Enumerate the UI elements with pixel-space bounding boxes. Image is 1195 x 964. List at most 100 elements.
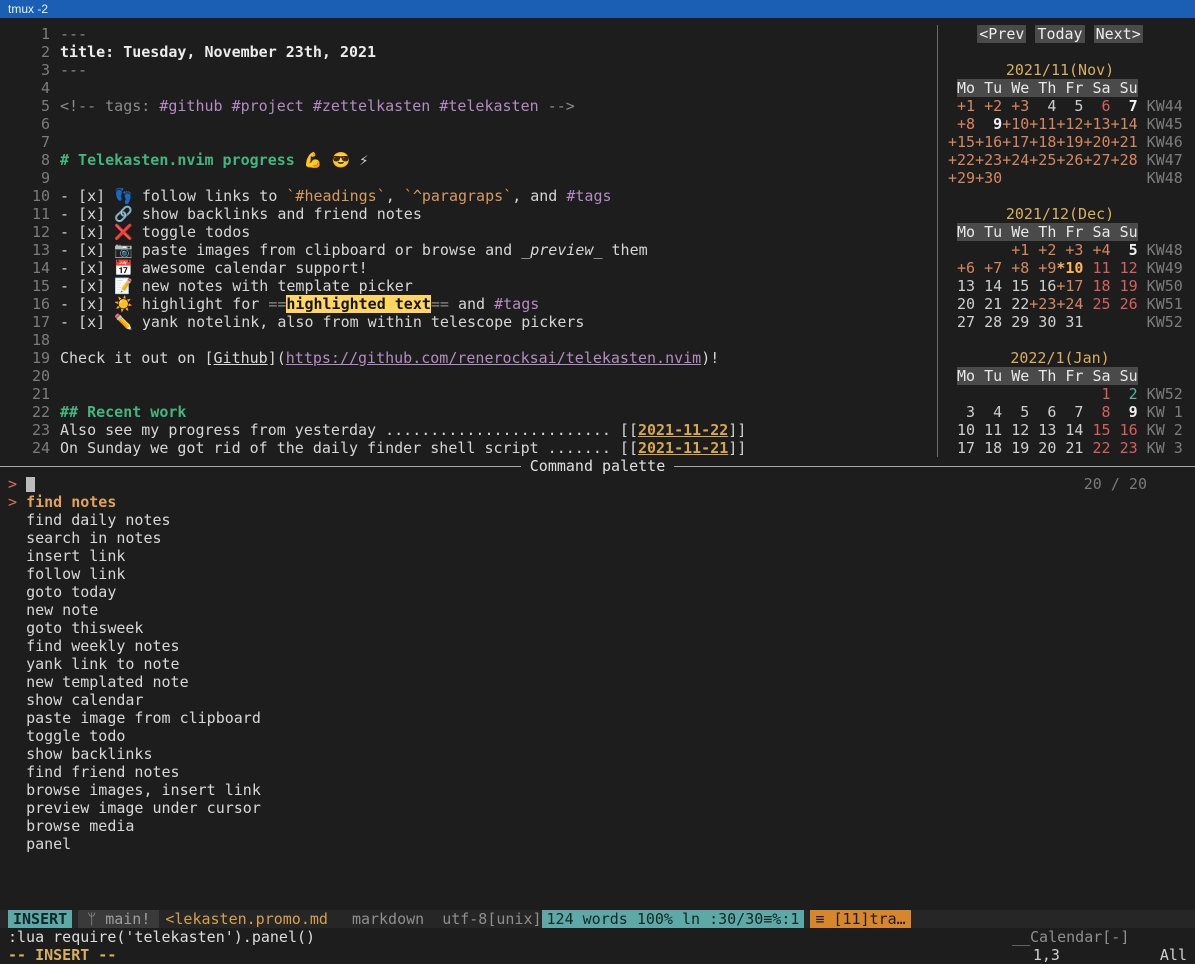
calendar-day[interactable]: +27 (1083, 151, 1110, 169)
palette-item[interactable]: browse images, insert link (0, 781, 1195, 799)
calendar-day[interactable]: 29 (1002, 313, 1029, 331)
calendar-day[interactable]: 23 (1111, 439, 1138, 457)
calendar-day[interactable]: 17 (948, 439, 975, 457)
editor-line[interactable]: 17- [x] ✏️ yank notelink, also from with… (8, 313, 937, 331)
calendar-day[interactable]: 6 (1083, 97, 1110, 115)
calendar-day[interactable]: 13 (948, 277, 975, 295)
calendar-day[interactable]: 20 (948, 295, 975, 313)
calendar-day[interactable]: 1 (1083, 385, 1110, 403)
calendar-day[interactable]: 12 (1002, 421, 1029, 439)
palette-item[interactable]: find weekly notes (0, 637, 1195, 655)
calendar-day[interactable]: 4 (1029, 97, 1056, 115)
editor-line[interactable]: 8# Telekasten.nvim progress 💪 😎 ⚡ (8, 151, 937, 169)
calendar-day[interactable]: +26 (1056, 151, 1083, 169)
calendar-day[interactable]: +19 (1056, 133, 1083, 151)
calendar-day[interactable]: +20 (1083, 133, 1110, 151)
calendar-today-button[interactable]: Today (1035, 25, 1084, 43)
calendar-day[interactable]: +3 (1056, 241, 1083, 259)
calendar-day[interactable]: 30 (1029, 313, 1056, 331)
editor-line[interactable]: 22## Recent work (8, 403, 937, 421)
calendar-day[interactable]: +18 (1029, 133, 1056, 151)
calendar-day[interactable]: 7 (1111, 97, 1138, 115)
calendar-day[interactable]: 11 (1083, 259, 1110, 277)
editor-line[interactable]: 3--- (8, 61, 937, 79)
editor-line[interactable]: 2title: Tuesday, November 23th, 2021 (8, 43, 937, 61)
calendar-day[interactable]: +8 (948, 115, 975, 133)
calendar-day[interactable]: 20 (1029, 439, 1056, 457)
palette-item[interactable]: > find notes (0, 493, 1195, 511)
calendar-day[interactable]: 31 (1056, 313, 1083, 331)
calendar-day[interactable]: +17 (1056, 277, 1083, 295)
calendar-day[interactable]: *10 (1056, 259, 1083, 277)
editor-line[interactable]: 23Also see my progress from yesterday ..… (8, 421, 937, 439)
palette-item[interactable]: new templated note (0, 673, 1195, 691)
palette-item[interactable]: search in notes (0, 529, 1195, 547)
calendar-day[interactable]: +8 (1002, 259, 1029, 277)
editor-line[interactable]: 16- [x] ☀️ highlight for ==highlighted t… (8, 295, 937, 313)
calendar-day[interactable]: +23 (1029, 295, 1056, 313)
calendar-day[interactable]: 12 (1111, 259, 1138, 277)
palette-item[interactable]: find friend notes (0, 763, 1195, 781)
palette-item[interactable]: insert link (0, 547, 1195, 565)
calendar-day[interactable]: +2 (1029, 241, 1056, 259)
editor-line[interactable]: 14- [x] 📅 awesome calendar support! (8, 259, 937, 277)
editor-line[interactable]: 7 (8, 133, 937, 151)
calendar-day[interactable]: +24 (1002, 151, 1029, 169)
palette-item[interactable]: panel (0, 835, 1195, 853)
calendar-day[interactable]: 10 (948, 421, 975, 439)
calendar-day[interactable]: 26 (1111, 295, 1138, 313)
calendar-day[interactable]: 4 (975, 403, 1002, 421)
editor-line[interactable]: 24On Sunday we got rid of the daily find… (8, 439, 937, 457)
calendar-prev-button[interactable]: <Prev (977, 25, 1026, 43)
calendar-day[interactable]: +1 (1002, 241, 1029, 259)
markdown-editor-pane[interactable]: 1---2title: Tuesday, November 23th, 2021… (0, 25, 937, 457)
calendar-day[interactable]: +16 (975, 133, 1002, 151)
calendar-day[interactable]: +10 (1002, 115, 1029, 133)
calendar-day[interactable]: +4 (1083, 241, 1110, 259)
editor-line[interactable]: 11- [x] 🔗 show backlinks and friend note… (8, 205, 937, 223)
palette-item[interactable]: new note (0, 601, 1195, 619)
calendar-day[interactable]: +6 (948, 259, 975, 277)
calendar-day[interactable]: +2 (975, 97, 1002, 115)
editor-line[interactable]: 18 (8, 331, 937, 349)
calendar-day[interactable]: +17 (1002, 133, 1029, 151)
calendar-day[interactable]: +24 (1056, 295, 1083, 313)
palette-item[interactable]: show calendar (0, 691, 1195, 709)
calendar-day[interactable]: 27 (948, 313, 975, 331)
calendar-day[interactable]: 5 (1056, 97, 1083, 115)
editor-line[interactable]: 6 (8, 115, 937, 133)
calendar-day[interactable]: 16 (1029, 277, 1056, 295)
editor-line[interactable]: 5<!-- tags: #github #project #zettelkast… (8, 97, 937, 115)
editor-line[interactable]: 4 (8, 79, 937, 97)
editor-line[interactable]: 20 (8, 367, 937, 385)
palette-item[interactable]: toggle todo (0, 727, 1195, 745)
calendar-day[interactable]: 6 (1029, 403, 1056, 421)
palette-item[interactable]: follow link (0, 565, 1195, 583)
calendar-day[interactable]: 2 (1111, 385, 1138, 403)
calendar-day[interactable]: +23 (975, 151, 1002, 169)
calendar-day[interactable]: 7 (1056, 403, 1083, 421)
calendar-day[interactable]: 9 (1111, 403, 1138, 421)
palette-prompt-row[interactable]: > 20 / 20 (0, 475, 1195, 493)
calendar-day[interactable]: 11 (975, 421, 1002, 439)
calendar-day[interactable]: 22 (1002, 295, 1029, 313)
calendar-day[interactable]: 15 (1083, 421, 1110, 439)
calendar-day[interactable]: 5 (1002, 403, 1029, 421)
calendar-day[interactable]: 21 (975, 295, 1002, 313)
editor-line[interactable]: 1--- (8, 25, 937, 43)
calendar-day[interactable]: 19 (1002, 439, 1029, 457)
palette-item[interactable]: browse media (0, 817, 1195, 835)
editor-line[interactable]: 9 (8, 169, 937, 187)
calendar-day[interactable]: +14 (1111, 115, 1138, 133)
editor-line[interactable]: 19Check it out on [Github](https://githu… (8, 349, 937, 367)
calendar-day[interactable]: +21 (1111, 133, 1138, 151)
calendar-day[interactable]: 25 (1083, 295, 1110, 313)
editor-line[interactable]: 13- [x] 📷 paste images from clipboard or… (8, 241, 937, 259)
calendar-day[interactable]: +9 (1029, 259, 1056, 277)
calendar-day[interactable]: 3 (948, 403, 975, 421)
palette-item[interactable]: find daily notes (0, 511, 1195, 529)
calendar-day[interactable]: 21 (1056, 439, 1083, 457)
palette-item[interactable]: goto today (0, 583, 1195, 601)
palette-item[interactable]: preview image under cursor (0, 799, 1195, 817)
editor-line[interactable]: 12- [x] ❌ toggle todos (8, 223, 937, 241)
